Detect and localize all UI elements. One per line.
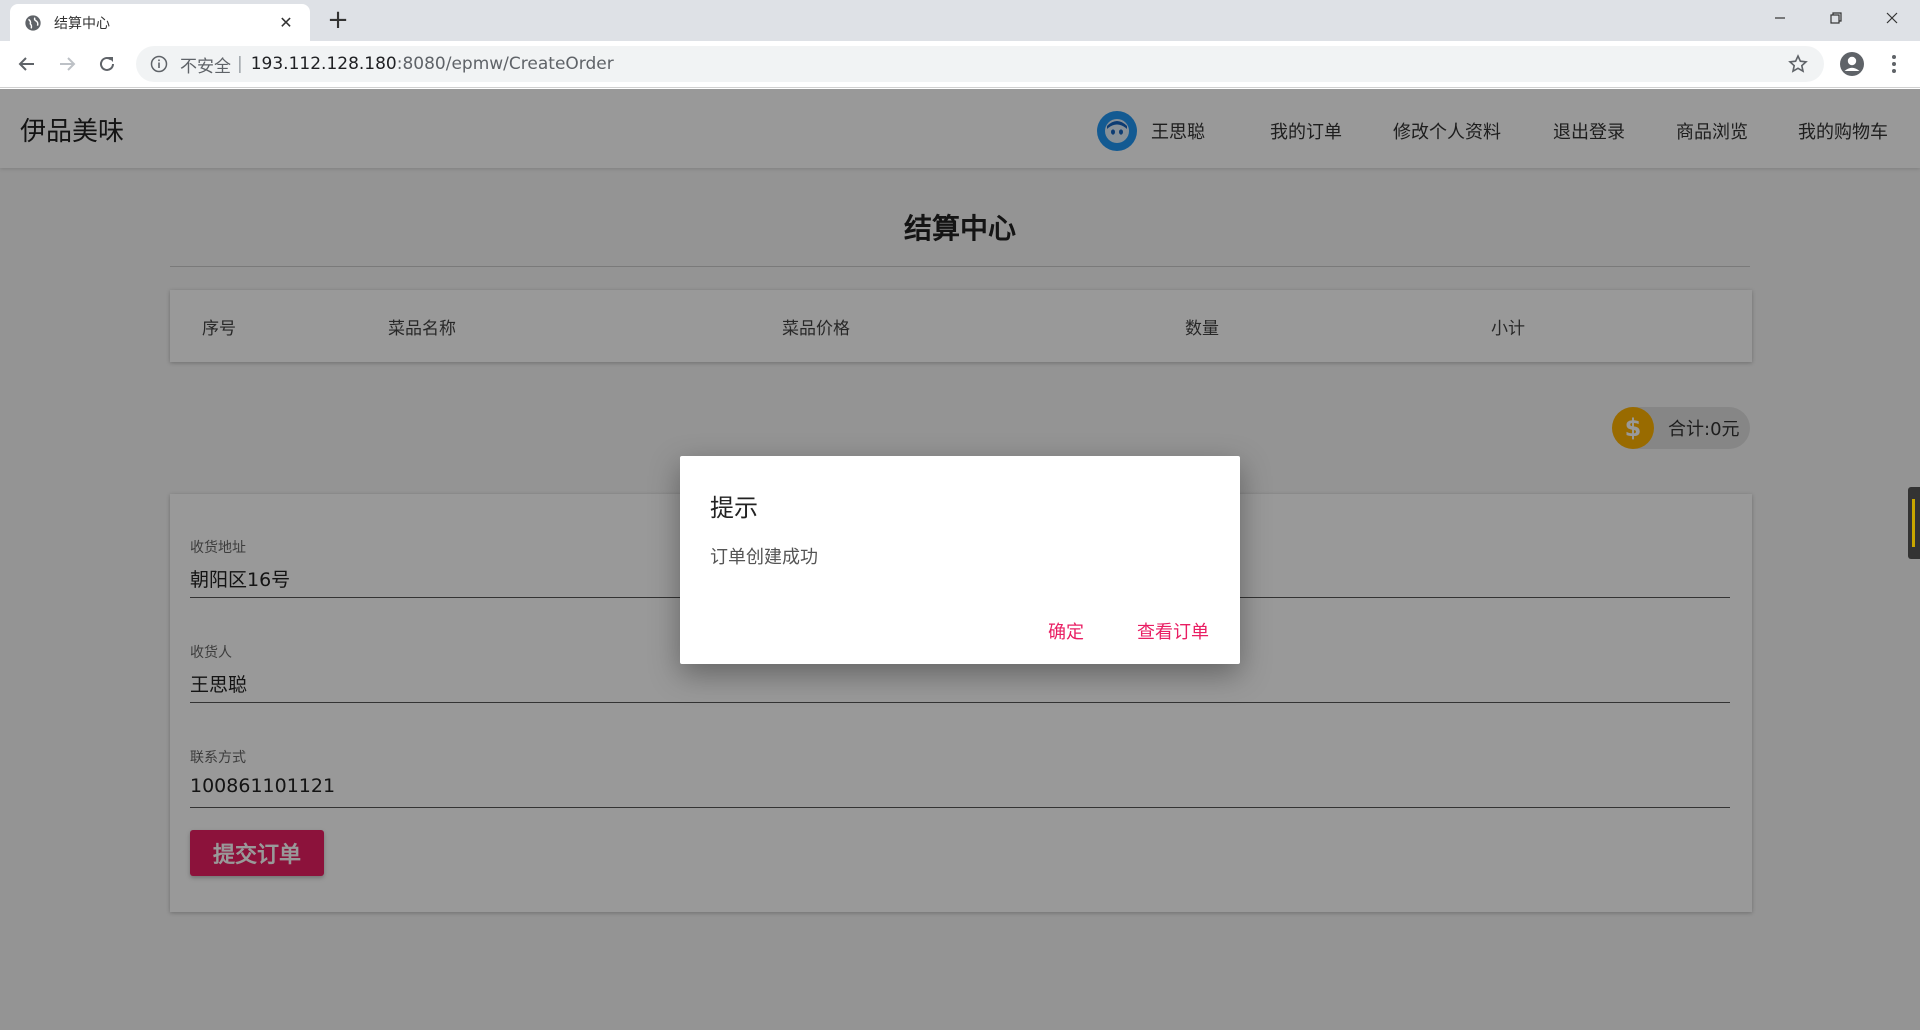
bookmark-star-icon[interactable] <box>1788 54 1808 74</box>
menu-dots-icon[interactable] <box>1884 50 1904 78</box>
forward-arrow-icon[interactable] <box>52 49 82 79</box>
window-close-icon[interactable] <box>1864 0 1920 36</box>
globe-icon <box>25 14 41 31</box>
url-path: :8080/epmw/CreateOrder <box>396 54 614 74</box>
side-panel-handle[interactable] <box>1908 487 1920 559</box>
view-orders-button[interactable]: 查看订单 <box>1137 618 1209 644</box>
new-tab-icon[interactable]: + <box>324 6 352 34</box>
info-icon[interactable] <box>150 55 168 73</box>
url-host: 193.112.128.180 <box>250 54 397 74</box>
alert-dialog: 提示 订单创建成功 确定 查看订单 <box>680 456 1240 664</box>
omnibox-separator: | <box>237 54 243 74</box>
address-bar[interactable]: 不安全 | 193.112.128.180 :8080/epmw/CreateO… <box>136 46 1824 82</box>
reload-icon[interactable] <box>92 49 122 79</box>
tab-title: 结算中心 <box>54 15 110 32</box>
browser-tab[interactable]: 结算中心 ✕ <box>10 4 310 41</box>
dialog-message: 订单创建成功 <box>710 547 818 568</box>
window-minimize-icon[interactable] <box>1752 0 1808 36</box>
back-arrow-icon[interactable] <box>12 49 42 79</box>
tab-close-icon[interactable]: ✕ <box>276 13 296 32</box>
browser-toolbar: 不安全 | 193.112.128.180 :8080/epmw/CreateO… <box>0 41 1920 88</box>
dialog-title: 提示 <box>710 494 758 522</box>
browser-tabstrip: 结算中心 ✕ + <box>0 0 1920 41</box>
window-restore-icon[interactable] <box>1808 0 1864 36</box>
profile-icon[interactable] <box>1838 50 1866 78</box>
web-page: 伊品美味 王思聪 我的订单 修改个人资料 退出登录 商品浏览 我的购物车 结算中… <box>0 89 1920 1030</box>
confirm-button[interactable]: 确定 <box>1048 618 1084 644</box>
insecure-label: 不安全 <box>180 56 231 77</box>
